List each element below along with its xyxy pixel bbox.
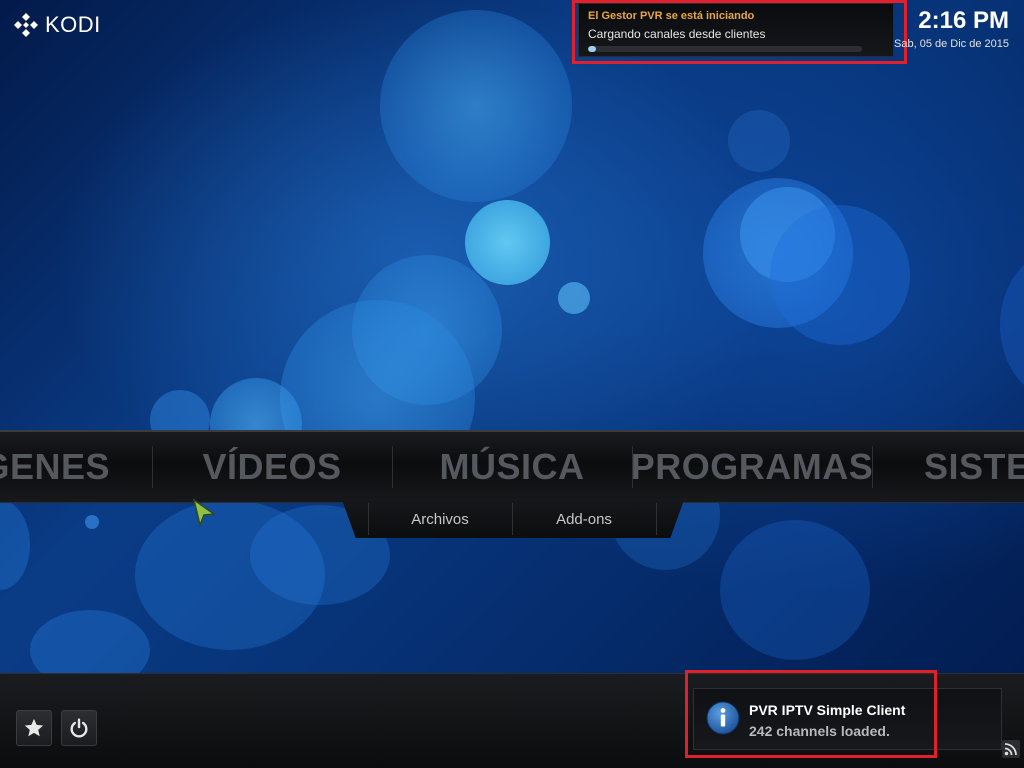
kodi-home-screen: KODI El Gestor PVR se está iniciando Car…: [0, 0, 1024, 768]
bokeh-circle: [1000, 250, 1024, 400]
kodi-logo: KODI: [13, 11, 101, 39]
app-name: KODI: [45, 12, 101, 37]
bokeh-circle: [352, 255, 502, 405]
kodi-logo-icon: [14, 13, 38, 37]
bokeh-circle: [380, 10, 572, 202]
highlight-box-pvr-dialog: [572, 0, 907, 64]
bokeh-circle: [740, 187, 835, 282]
bokeh-circle: [703, 178, 853, 328]
favourites-button[interactable]: [16, 710, 52, 746]
power-button[interactable]: [61, 710, 97, 746]
bokeh-circle: [770, 205, 910, 345]
bokeh-circle: [0, 500, 30, 590]
menu-item-videos[interactable]: VÍDEOS: [152, 432, 392, 502]
rss-icon: [1002, 740, 1020, 758]
menu-item-sistema[interactable]: SISTE: [872, 432, 1024, 502]
submenu-divider: [656, 503, 657, 535]
submenu-item-addons[interactable]: Add-ons: [512, 500, 656, 538]
menu-item-imagenes[interactable]: ÁGENES: [0, 432, 110, 502]
star-icon: [24, 718, 44, 737]
highlight-box-notification: [685, 670, 937, 758]
main-menu-bar: ÁGENES VÍDEOS MÚSICA PROGRAMAS SISTE: [0, 430, 1024, 503]
clock-date: Sab, 05 de Dic de 2015: [894, 38, 1009, 50]
power-icon: [70, 718, 88, 738]
bokeh-circle: [720, 520, 870, 660]
bokeh-circle: [558, 282, 590, 314]
submenu-item-archivos[interactable]: Archivos: [368, 500, 512, 538]
clock-time: 2:16 PM: [918, 7, 1009, 34]
bokeh-circle: [728, 110, 790, 172]
submenu-bar: Archivos Add-ons: [342, 500, 684, 538]
bokeh-circle: [85, 515, 99, 529]
menu-item-musica[interactable]: MÚSICA: [392, 432, 632, 502]
bokeh-circle: [135, 500, 325, 650]
mouse-pointer-icon: [192, 498, 216, 528]
bokeh-circle: [465, 200, 550, 285]
menu-item-programas[interactable]: PROGRAMAS: [632, 432, 872, 502]
